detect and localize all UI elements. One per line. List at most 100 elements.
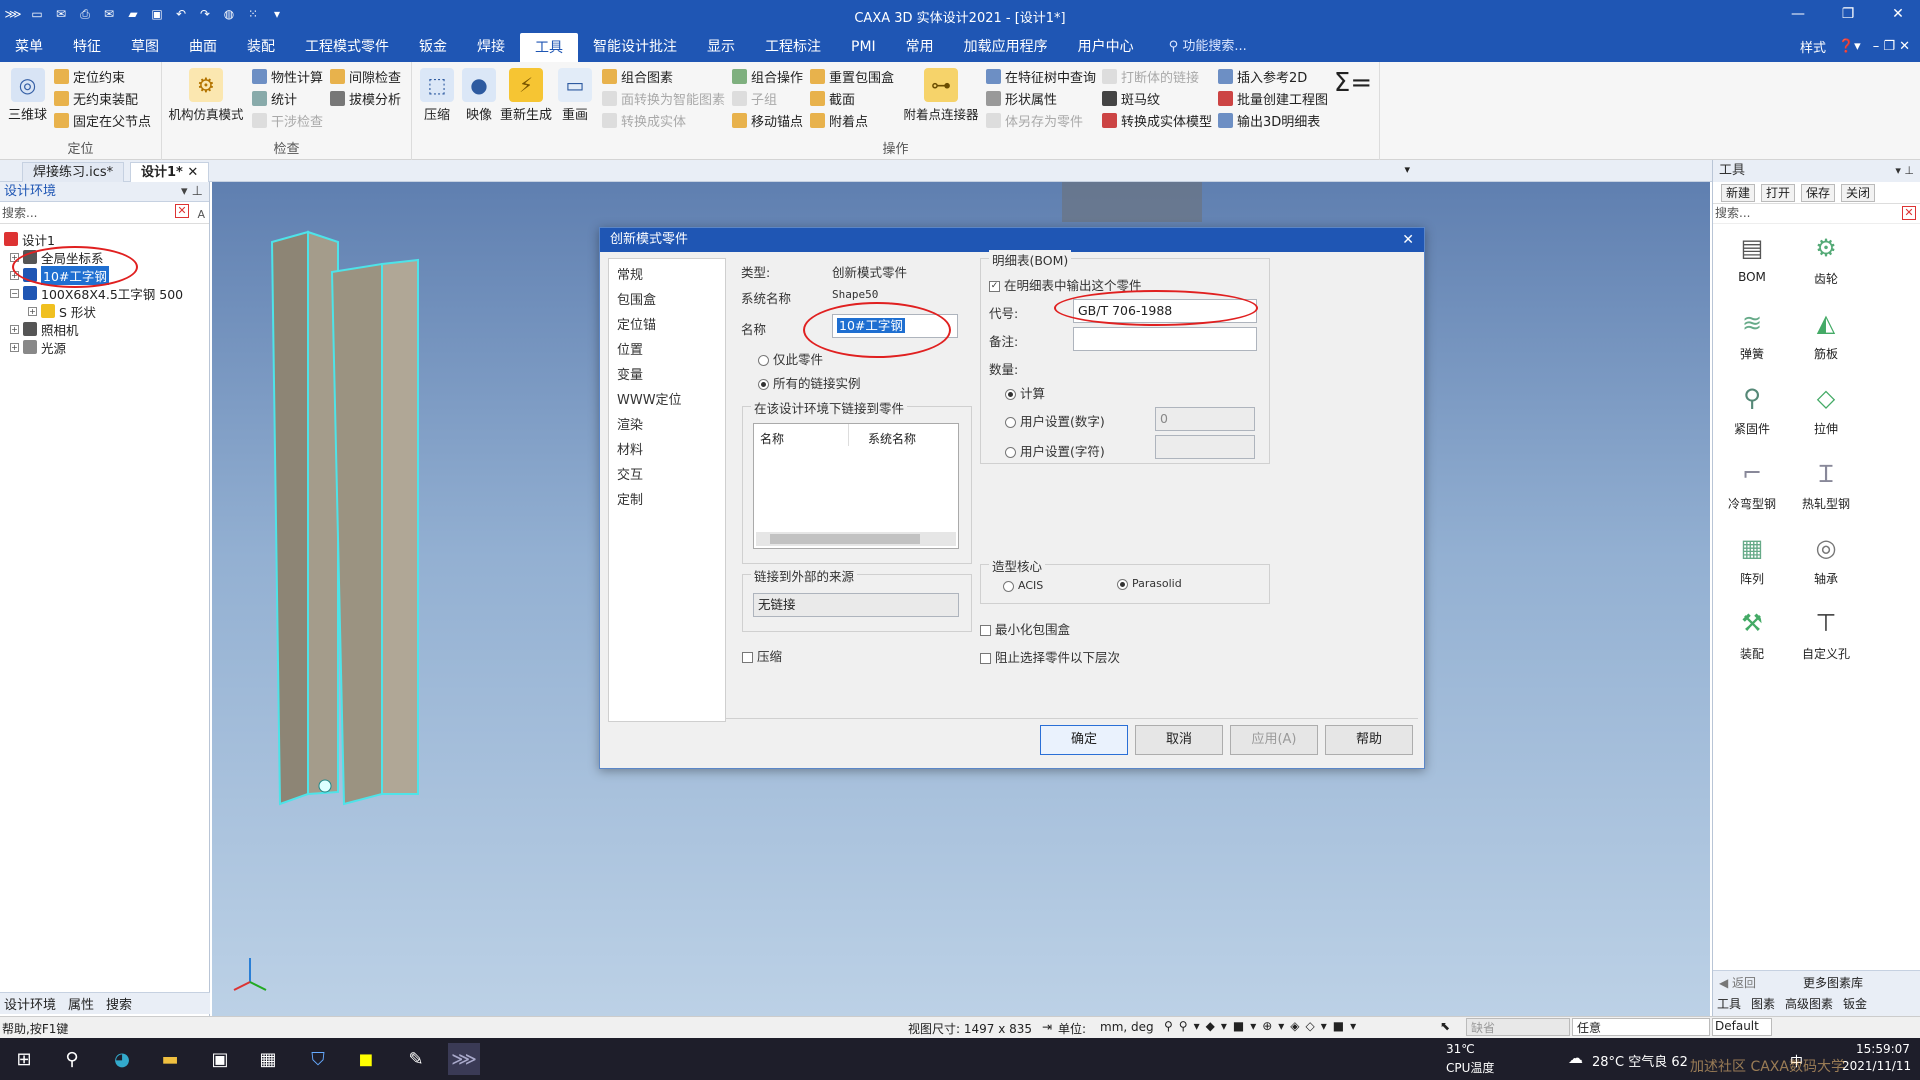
export-3d-bom-button[interactable]: 输出3D明细表 xyxy=(1218,110,1320,131)
tree-item-light[interactable]: + 光源 xyxy=(10,338,66,356)
maximize-button[interactable]: ❐ xyxy=(1834,3,1862,25)
radio-all-icon[interactable] xyxy=(758,379,769,390)
tools-pin-icon[interactable]: ▾ ⊥ xyxy=(1895,160,1914,182)
tree-search[interactable]: 搜索... ✕ A xyxy=(0,202,209,224)
h-scrollbar[interactable] xyxy=(756,532,956,546)
bom-check-icon[interactable]: ✓ xyxy=(989,281,1000,292)
to-solid-model-button[interactable]: 转换成实体模型 xyxy=(1102,110,1212,131)
nav-variables[interactable]: 变量 xyxy=(617,364,643,383)
anchor-point[interactable] xyxy=(318,779,332,793)
more-library-button[interactable]: 更多图素库 xyxy=(1803,974,1863,991)
tool-gear[interactable]: ⚙ 齿轮 xyxy=(1791,228,1861,287)
new-catalog-button[interactable]: 新建 xyxy=(1721,183,1756,202)
security-icon[interactable]: ⛉ xyxy=(302,1043,334,1075)
reset-box-button[interactable]: 重置包围盒 xyxy=(810,66,894,87)
tab-search[interactable]: 搜索 xyxy=(106,994,132,1013)
dialog-close-icon[interactable]: ✕ xyxy=(1402,228,1414,252)
back-button[interactable]: ◀ 返回 xyxy=(1719,974,1756,991)
tab-surface[interactable]: 曲面 xyxy=(174,30,232,62)
search-options-icon[interactable]: A xyxy=(197,204,205,226)
interference-check-button[interactable]: 干涉检查 xyxy=(252,110,323,131)
tab-dropdown-icon[interactable]: ▾ xyxy=(1404,163,1410,176)
foot-tab-sheet[interactable]: 钣金 xyxy=(1843,995,1867,1012)
break-link-button[interactable]: 打断体的链接 xyxy=(1102,66,1199,87)
notes-icon[interactable]: ◼ xyxy=(350,1043,382,1075)
col-sysname[interactable]: 系统名称 xyxy=(868,430,916,447)
attach-connector-button[interactable]: ⊶ 附着点连接器 xyxy=(900,68,982,123)
notepad-icon[interactable]: ✎ xyxy=(400,1043,432,1075)
weather-icon[interactable]: ☁ xyxy=(1568,1049,1583,1067)
tab-menu[interactable]: 菜单 xyxy=(0,30,58,62)
select-arrow-icon[interactable]: ⬉ xyxy=(1440,1019,1450,1033)
windows-start-icon[interactable]: ⊞ xyxy=(8,1043,40,1075)
tab-sketch[interactable]: 草图 xyxy=(116,30,174,62)
compress-button[interactable]: ⬚ 压缩 xyxy=(420,68,454,123)
tool-spring[interactable]: ≋ 弹簧 xyxy=(1717,303,1787,362)
view-tools-icon[interactable]: ⚲⚲▾◆▾■▾⊕▾◈◇▾■▾ xyxy=(1164,1019,1362,1033)
cancel-button[interactable]: 取消 xyxy=(1135,725,1223,755)
nav-www[interactable]: WWW定位 xyxy=(617,389,682,408)
clock-time[interactable]: 15:59:07 xyxy=(1856,1042,1910,1056)
tree-root[interactable]: 设计1 xyxy=(4,230,55,248)
ribbon-window-controls-icon[interactable]: – ❐ ✕ xyxy=(1873,39,1910,54)
default-select[interactable]: Default xyxy=(1712,1018,1772,1036)
fix-parent-button[interactable]: 固定在父节点 xyxy=(54,110,151,131)
nav-anchor[interactable]: 定位锚 xyxy=(617,314,656,333)
linked-parts-list[interactable]: 名称 系统名称 xyxy=(753,423,959,549)
kernel-parasolid-icon[interactable] xyxy=(1117,578,1128,590)
qty-user-num-icon[interactable] xyxy=(1005,417,1016,428)
tab-doc-weld[interactable]: 焊接练习.ics* xyxy=(22,162,125,182)
block-select-icon[interactable] xyxy=(980,653,991,664)
expand-icon[interactable]: + xyxy=(10,342,19,352)
foot-tab-tools[interactable]: 工具 xyxy=(1717,995,1741,1012)
zebra-button[interactable]: 斑马纹 xyxy=(1102,88,1160,109)
mass-props-button[interactable]: 物性计算 xyxy=(252,66,323,87)
foot-tab-shapes[interactable]: 图素 xyxy=(1751,995,1775,1012)
apply-button[interactable]: 应用(A) xyxy=(1230,725,1318,755)
statistics-button[interactable]: 统计 xyxy=(252,88,297,109)
tools-clear-icon[interactable]: ✕ xyxy=(1902,206,1916,220)
tab-feature[interactable]: 特征 xyxy=(58,30,116,62)
mechanism-sim-button[interactable]: ⚙ 机构仿真模式 xyxy=(166,68,246,123)
shape-props-button[interactable]: 形状属性 xyxy=(986,88,1057,109)
tab-assembly[interactable]: 装配 xyxy=(232,30,290,62)
face-to-smart-button[interactable]: 面转换为智能图素 xyxy=(602,88,725,109)
tools-search[interactable]: 搜索... ✕ xyxy=(1713,204,1920,224)
save-as-part-button[interactable]: 体另存为零件 xyxy=(986,110,1083,131)
kernel-acis-radio[interactable]: ACIS xyxy=(1003,579,1043,592)
compress-checkbox[interactable]: 压缩 xyxy=(742,646,782,665)
tool-rib[interactable]: ◭ 筋板 xyxy=(1791,303,1861,362)
tab-design-env[interactable]: 设计环境 xyxy=(4,994,56,1013)
nav-general[interactable]: 常规 xyxy=(617,264,643,283)
tab-doc-design1[interactable]: 设计1* ✕ xyxy=(130,162,210,182)
to-solid-button[interactable]: 转换成实体 xyxy=(602,110,686,131)
tab-tools[interactable]: 工具 xyxy=(520,33,578,62)
tool-cold-bent[interactable]: ⌐ 冷弯型钢 xyxy=(1717,453,1787,512)
weather-text[interactable]: 28°C 空气良 62 xyxy=(1592,1051,1688,1070)
kernel-parasolid-radio[interactable]: Parasolid xyxy=(1117,577,1182,590)
open-catalog-button[interactable]: 打开 xyxy=(1761,183,1796,202)
ok-button[interactable]: 确定 xyxy=(1040,725,1128,755)
scroll-thumb[interactable] xyxy=(770,534,920,544)
filter-select[interactable]: 缺省 xyxy=(1466,1018,1570,1036)
help-icon[interactable]: ❓▾ xyxy=(1838,39,1861,54)
tab-engineering-part[interactable]: 工程模式零件 xyxy=(290,30,404,62)
tab-load-apps[interactable]: 加载应用程序 xyxy=(949,30,1063,62)
any-select[interactable]: 任意 xyxy=(1572,1018,1710,1036)
free-assembly-button[interactable]: 无约束装配 xyxy=(54,88,138,109)
tool-bearing[interactable]: ◎ 轴承 xyxy=(1791,528,1861,587)
qty-user-str-radio[interactable]: 用户设置(字符) xyxy=(1005,441,1105,460)
tool-array[interactable]: ▦ 阵列 xyxy=(1717,528,1787,587)
nav-material[interactable]: 材料 xyxy=(617,439,643,458)
qty-user-str-icon[interactable] xyxy=(1005,447,1016,458)
tab-engineering-dim[interactable]: 工程标注 xyxy=(750,30,836,62)
tool-extrude[interactable]: ◇ 拉伸 xyxy=(1791,378,1861,437)
tab-user-center[interactable]: 用户中心 xyxy=(1063,30,1149,62)
tool-hot-rolled[interactable]: Ɪ 热轧型钢 xyxy=(1791,453,1861,512)
qty-user-num-radio[interactable]: 用户设置(数字) xyxy=(1005,411,1105,430)
min-box-checkbox[interactable]: 最小化包围盒 xyxy=(980,619,1070,638)
combine-ops-button[interactable]: 组合操作 xyxy=(732,66,803,87)
3d-ball-button[interactable]: ◎ 三维球 xyxy=(8,68,47,123)
kernel-acis-icon[interactable] xyxy=(1003,580,1014,592)
close-catalog-button[interactable]: 关闭 xyxy=(1841,183,1876,202)
